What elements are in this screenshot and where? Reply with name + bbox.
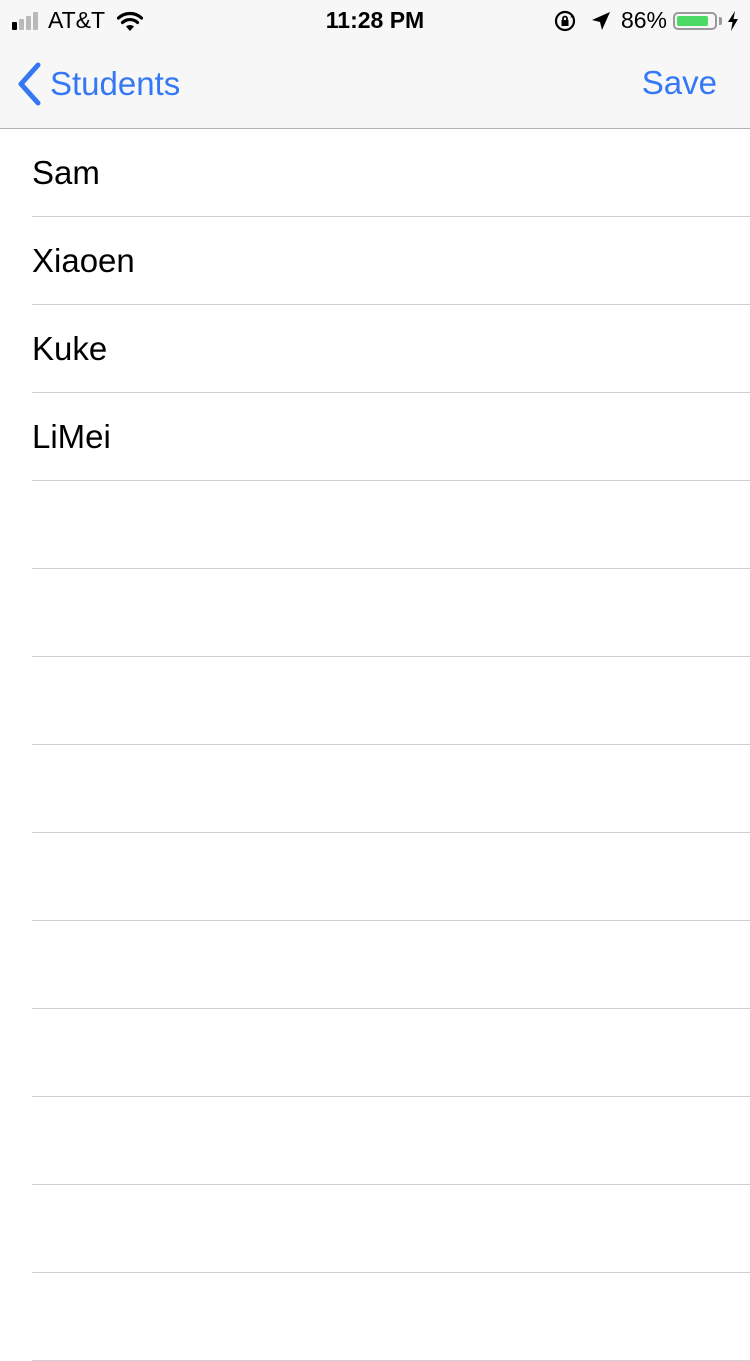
status-bar: AT&T 11:28 PM 86%	[0, 0, 750, 40]
save-button[interactable]: Save	[642, 64, 717, 102]
orientation-lock-icon	[554, 10, 576, 31]
back-button[interactable]: Students	[16, 62, 180, 106]
battery-nub	[719, 16, 722, 25]
student-row[interactable]	[32, 657, 750, 745]
battery-percent: 86%	[620, 7, 667, 33]
charging-bolt-icon	[728, 10, 738, 31]
student-name: LiMei	[32, 417, 111, 455]
student-row[interactable]	[32, 1097, 750, 1185]
student-name: Xiaoen	[32, 241, 135, 279]
student-row[interactable]	[32, 569, 750, 657]
student-row[interactable]: Xiaoen	[32, 217, 750, 305]
battery-icon	[673, 11, 717, 30]
student-row[interactable]: LiMei	[32, 393, 750, 481]
back-button-label: Students	[50, 65, 181, 102]
location-arrow-icon	[591, 11, 610, 30]
student-row[interactable]	[32, 1009, 750, 1097]
navigation-bar: Students Save	[0, 40, 750, 129]
student-row[interactable]	[32, 1185, 750, 1273]
student-row[interactable]	[32, 481, 750, 569]
student-row[interactable]	[32, 745, 750, 833]
student-row[interactable]	[32, 921, 750, 1009]
student-row[interactable]	[32, 833, 750, 921]
chevron-left-icon	[18, 62, 41, 106]
student-name: Kuke	[32, 329, 108, 367]
student-list: Sam Xiaoen Kuke LiMei	[0, 129, 750, 1361]
student-name: Sam	[32, 153, 100, 191]
status-right: 86%	[553, 7, 740, 34]
student-row[interactable]: Kuke	[32, 305, 750, 393]
battery-fill	[677, 15, 708, 26]
student-row[interactable]: Sam	[32, 129, 750, 217]
student-row[interactable]	[32, 1273, 750, 1361]
